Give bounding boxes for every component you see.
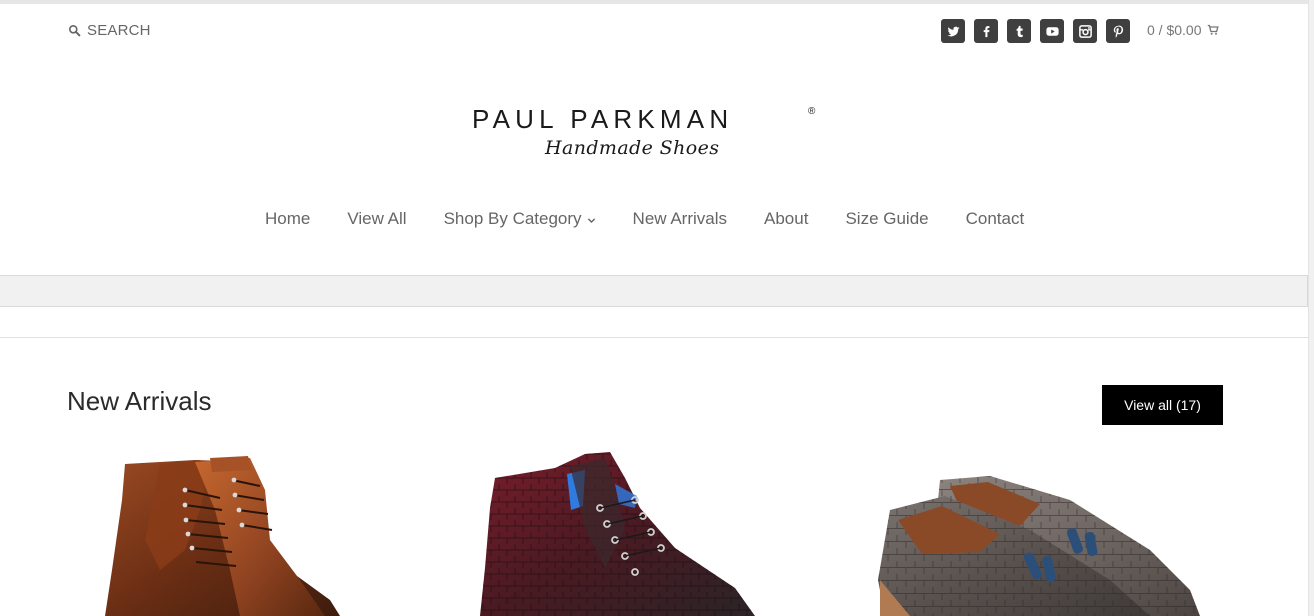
search-trigger[interactable]: SEARCH [68,22,151,39]
product-card-loafer-grey[interactable] [870,470,1210,616]
nav-item-about[interactable]: About [764,209,808,229]
section-divider [0,337,1308,338]
product-card-boot-brown[interactable] [100,450,360,616]
youtube-icon[interactable] [1040,19,1064,43]
product-image-loafer-grey [878,476,1200,616]
logo-tagline: Handmade Shoes [545,137,720,159]
twitter-icon[interactable] [941,19,965,43]
chevron-down-icon [587,217,595,223]
product-card-boot-croc-red[interactable] [475,448,765,616]
facebook-icon[interactable] [974,19,998,43]
instagram-icon[interactable] [1073,19,1097,43]
nav-item-size-guide[interactable]: Size Guide [845,209,928,229]
banner-strip [0,275,1308,307]
social-links [941,19,1130,43]
logo-wordmark: PAUL PARKMAN [472,104,734,134]
search-icon [68,24,81,37]
cart-link[interactable]: 0 / $0.00 [1147,22,1219,38]
search-label: SEARCH [87,22,151,39]
cart-total: 0 / $0.00 [1147,22,1202,38]
pinterest-icon[interactable] [1106,19,1130,43]
nav-item-contact[interactable]: Contact [966,209,1025,229]
site-logo[interactable]: PAUL PARKMAN ® Handmade Shoes [472,100,822,166]
nav-item-home[interactable]: Home [265,209,310,229]
section-title: New Arrivals [67,386,212,416]
nav-item-new-arrivals[interactable]: New Arrivals [633,209,727,229]
product-image-boot-croc-red [480,452,755,616]
nav-item-shop-by-category[interactable]: Shop By Category [444,209,596,229]
tumblr-icon[interactable] [1007,19,1031,43]
logo-registered-mark: ® [808,106,816,117]
product-image-boot-brown [105,456,340,616]
top-border [0,0,1314,4]
cart-icon [1207,24,1219,35]
main-nav: Home View All Shop By Category New Arriv… [265,209,1024,229]
view-all-button[interactable]: View all (17) [1102,385,1223,425]
nav-item-view-all[interactable]: View All [347,209,406,229]
window-scrollbar-edge[interactable] [1308,0,1314,616]
